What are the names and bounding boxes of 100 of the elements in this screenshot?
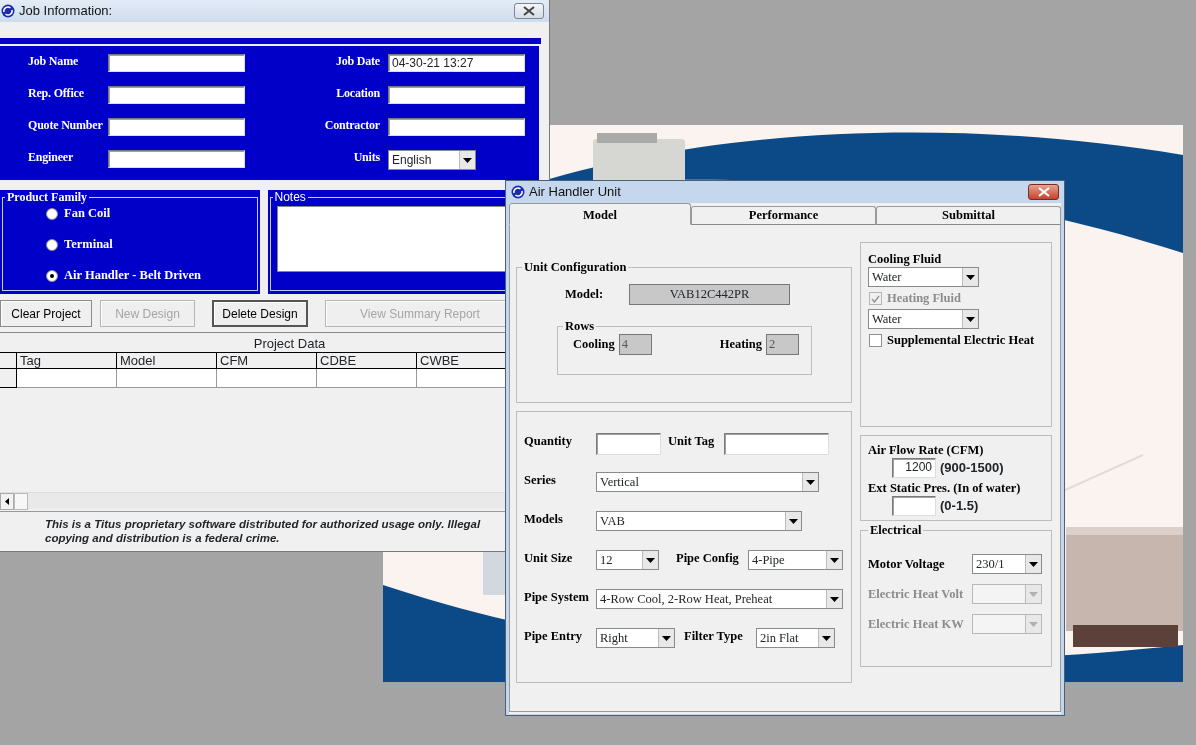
tab[interactable]: Performance	[691, 206, 876, 225]
model-field: VAB12C442PR	[629, 284, 790, 305]
notice-text: This is a Titus proprietary software distributed for authorized usage only. Illegal copying and distribution is a federal crime.	[0, 511, 505, 545]
checkbox-label: Heating Fluid	[887, 291, 961, 306]
field-label: Quantity	[524, 434, 573, 449]
column-header: Tag	[17, 352, 117, 369]
dropdown[interactable]: 230/1	[972, 554, 1042, 574]
column-header: Model	[117, 352, 217, 369]
option-label: Fan Coil	[64, 206, 111, 221]
globe-icon	[1, 4, 15, 18]
caret-icon	[806, 479, 815, 485]
close-icon	[1037, 187, 1050, 197]
caret-icon	[830, 596, 839, 602]
text-field[interactable]	[388, 118, 525, 136]
field-label: Location	[335, 86, 381, 102]
column-header: CFM	[217, 352, 317, 369]
close-button[interactable]	[1028, 184, 1059, 200]
text-field[interactable]	[596, 433, 661, 455]
dropdown[interactable]: English	[388, 150, 476, 170]
field-label: Contractor	[323, 118, 381, 134]
field-label: Units	[352, 150, 381, 166]
field-label: Unit Size	[524, 551, 574, 566]
checkbox[interactable]	[869, 334, 882, 347]
caret-icon	[662, 635, 671, 641]
dropdown[interactable]: Vertical	[596, 472, 819, 492]
caret-icon	[966, 274, 975, 280]
field-label: Job Name	[28, 54, 80, 70]
field-label: Cooling	[573, 337, 615, 352]
field-label: Electric Heat Volt	[868, 586, 965, 602]
field-label: Model:	[565, 287, 605, 302]
group-title: Product Family	[6, 190, 89, 204]
group-title: Rows	[564, 319, 596, 334]
caret-icon	[646, 557, 655, 563]
field-label: Heating	[719, 337, 763, 352]
field-label: Engineer	[28, 150, 75, 166]
window-title: Air Handler Unit	[529, 183, 621, 202]
field-label: Job Date	[334, 54, 381, 70]
left-arrow-icon	[5, 498, 9, 505]
text-field[interactable]	[892, 496, 936, 516]
dropdown[interactable]: VAB	[596, 511, 802, 531]
field-label: Pipe Entry	[524, 629, 583, 644]
radio-button[interactable]	[46, 207, 58, 220]
action-button[interactable]: Clear Project	[0, 300, 92, 327]
text-field[interactable]	[724, 433, 829, 455]
caret-icon	[1029, 621, 1038, 627]
column-header: CDBE	[317, 352, 417, 369]
scroll-thumb[interactable]	[14, 493, 28, 510]
field-label: Models	[524, 512, 564, 527]
range-text: (900-1500)	[940, 459, 1004, 478]
field-label: Cooling Fluid	[868, 252, 943, 267]
field-label: Pipe Config	[676, 551, 740, 566]
field-label: Unit Tag	[668, 434, 716, 449]
dropdown[interactable]: 4-Pipe	[748, 550, 843, 570]
dropdown[interactable]: 12	[596, 550, 659, 570]
text-field[interactable]	[108, 86, 245, 104]
text-field[interactable]	[108, 118, 245, 136]
table-title: Project Data	[252, 336, 327, 352]
field-label: Ext Static Pres. (In of water)	[868, 481, 1022, 496]
caret-icon	[822, 635, 831, 641]
text-field[interactable]	[108, 54, 245, 72]
close-button[interactable]	[514, 3, 544, 19]
field-label: Series	[524, 473, 557, 488]
radio-button[interactable]	[46, 238, 58, 251]
dropdown[interactable]: 2in Flat	[756, 628, 835, 648]
caret-icon	[966, 316, 975, 322]
window-title: Job Information:	[19, 2, 113, 21]
text-field[interactable]: 04-30-21 13:27	[388, 54, 525, 72]
close-icon	[523, 6, 535, 16]
scroll-left-button[interactable]	[0, 493, 14, 510]
action-button[interactable]: Delete Design	[212, 300, 308, 327]
tab[interactable]: Model	[509, 203, 691, 225]
checkbox-label: Supplemental Electric Heat	[887, 333, 1035, 348]
dropdown[interactable]: 4-Row Cool, 2-Row Heat, Preheat	[596, 589, 843, 609]
option-label: Air Handler - Belt Driven	[64, 268, 202, 283]
range-text: (0-1.5)	[940, 497, 979, 516]
field-label: Motor Voltage	[868, 556, 946, 572]
group-title: Unit Configuration	[523, 260, 628, 275]
dropdown[interactable]: Water	[868, 309, 979, 329]
radio-button[interactable]	[46, 269, 58, 282]
caret-icon	[1029, 561, 1038, 567]
tab[interactable]: Submittal	[876, 206, 1061, 225]
field-label: Air Flow Rate (CFM)	[868, 443, 985, 458]
option-label: Terminal	[64, 237, 113, 252]
caret-icon	[1029, 591, 1038, 597]
field-label: Filter Type	[684, 629, 744, 644]
group-title: Electrical	[869, 523, 923, 538]
caret-icon	[463, 157, 472, 163]
dropdown[interactable]: Water	[868, 267, 979, 287]
check-icon	[871, 294, 880, 303]
field-label: Electric Heat KW	[868, 616, 965, 632]
group-title: Notes	[273, 190, 307, 204]
text-field[interactable]	[388, 86, 525, 104]
field-label: Pipe System	[524, 590, 590, 605]
text-field[interactable]: 1200	[892, 458, 936, 478]
dropdown[interactable]: Right	[596, 628, 675, 648]
caret-icon	[789, 518, 798, 524]
globe-icon	[511, 185, 525, 199]
field-label: Rep. Office	[28, 86, 85, 102]
field-label: Quote Number	[28, 118, 104, 134]
text-field[interactable]	[108, 150, 245, 168]
